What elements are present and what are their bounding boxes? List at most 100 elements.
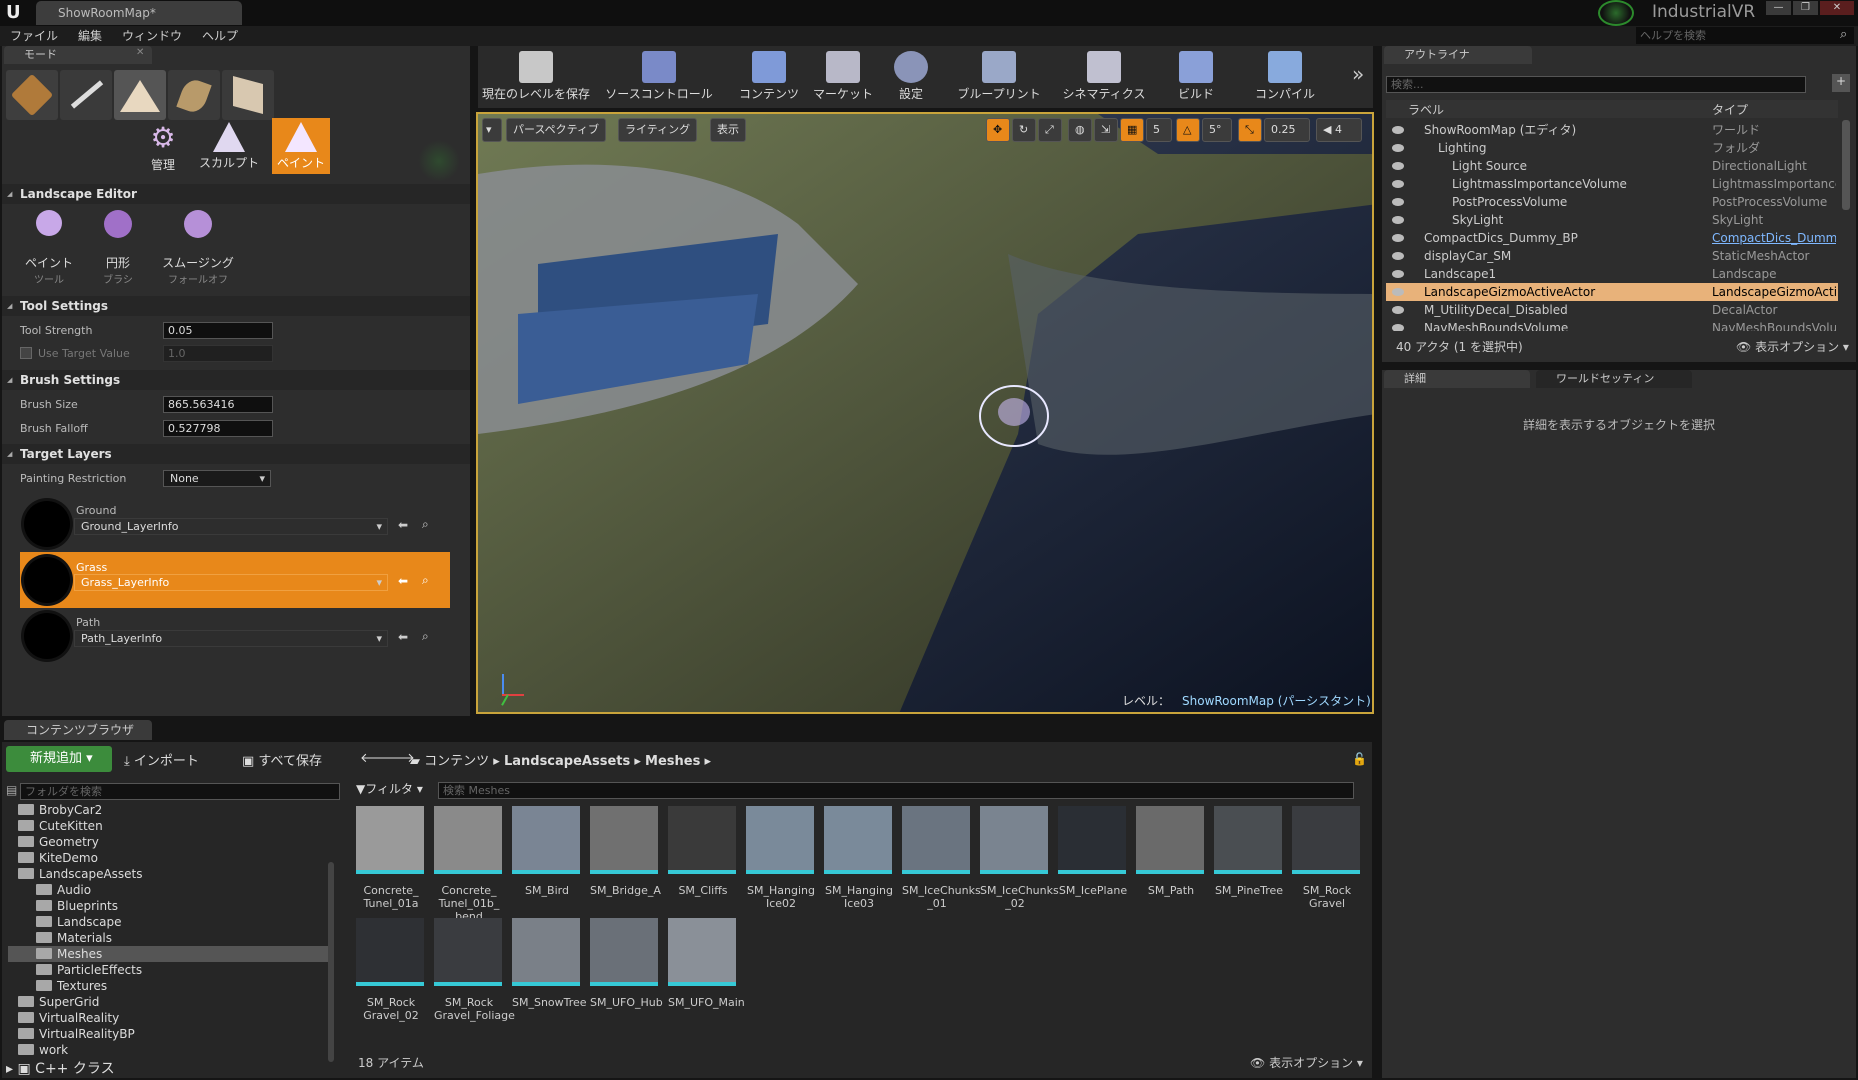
build-button[interactable]: ビルド: [1168, 48, 1224, 106]
asset-tile[interactable]: SM_SnowTree: [512, 918, 587, 1009]
mode-foliage-button[interactable]: [168, 70, 220, 120]
use-selected-icon[interactable]: ⬅: [398, 518, 408, 532]
asset-tile[interactable]: SM_Cliffs: [668, 806, 738, 897]
mode-paint-button[interactable]: [60, 70, 112, 120]
landscape-editor-header[interactable]: Landscape Editor: [2, 184, 470, 204]
surface-snap-icon[interactable]: ⇲: [1094, 118, 1118, 142]
outliner-row-type[interactable]: CompactDics_Dumm: [1712, 229, 1836, 247]
asset-tile[interactable]: SM_Rock Gravel_02: [356, 918, 426, 1022]
folder-tree-item[interactable]: LandscapeAssets: [8, 866, 328, 882]
mode-place-button[interactable]: [6, 70, 58, 120]
folder-tree-item[interactable]: Meshes: [8, 946, 328, 962]
camera-speed-select[interactable]: ◀ 4: [1316, 118, 1362, 142]
save-all-button[interactable]: ▣ すべて保存: [242, 750, 322, 769]
outliner-view-options[interactable]: 👁 表示オプション ▾: [1736, 338, 1849, 355]
column-label[interactable]: ラベル: [1408, 101, 1444, 118]
visibility-icon[interactable]: [1392, 144, 1404, 152]
folder-tree-item[interactable]: work: [8, 1042, 328, 1058]
asset-tile[interactable]: Concrete_ Tunel_01b_ bend: [434, 806, 504, 923]
menu-file[interactable]: ファイル: [10, 27, 58, 44]
paint-button[interactable]: ペイント: [272, 118, 330, 174]
outliner-row[interactable]: displayCar_SM StaticMeshActor: [1386, 247, 1838, 265]
outliner-row[interactable]: LightmassImportanceVolume LightmassImport…: [1386, 175, 1838, 193]
folder-tree-item[interactable]: Audio: [8, 882, 328, 898]
outliner-scrollbar[interactable]: [1842, 120, 1850, 210]
outliner-row[interactable]: Light Source DirectionalLight: [1386, 157, 1838, 175]
breadcrumb-meshes[interactable]: Meshes: [645, 754, 700, 769]
content-view-options[interactable]: 👁 表示オプション ▾: [1250, 1054, 1363, 1071]
tree-scrollbar[interactable]: [328, 862, 334, 1062]
mode-landscape-button[interactable]: [114, 70, 166, 120]
brush-size-input[interactable]: 865.563416: [163, 396, 273, 413]
content-button[interactable]: コンテンツ: [734, 48, 804, 106]
world-settings-tab[interactable]: ワールドセッティン: [1536, 370, 1692, 388]
layer-grass[interactable]: Grass Grass_LayerInfo ⬅ ⌕: [20, 552, 450, 608]
breadcrumb-content[interactable]: コンテンツ: [424, 754, 489, 769]
scale-icon[interactable]: ⤢: [1038, 118, 1062, 142]
help-search-input[interactable]: ヘルプを検索: [1636, 27, 1854, 44]
rotate-icon[interactable]: ↻: [1012, 118, 1036, 142]
folder-tree-item[interactable]: VirtualRealityBP: [8, 1026, 328, 1042]
close-button[interactable]: ✕: [1820, 1, 1854, 15]
asset-tile[interactable]: SM_UFO_Hub: [590, 918, 663, 1009]
asset-tile[interactable]: SM_Hanging Ice02: [746, 806, 816, 910]
manage-button[interactable]: ⚙ 管理: [134, 118, 192, 174]
outliner-row[interactable]: Landscape1 Landscape: [1386, 265, 1838, 283]
angle-size-select[interactable]: 5°: [1202, 118, 1232, 142]
visibility-icon[interactable]: [1392, 270, 1404, 278]
scale-snap-icon[interactable]: ⤡: [1238, 118, 1262, 142]
show-button[interactable]: 表示: [710, 118, 746, 142]
column-type[interactable]: タイプ: [1712, 101, 1748, 118]
target-layers-header[interactable]: Target Layers: [2, 444, 470, 464]
grid-size-select[interactable]: 5: [1146, 118, 1172, 142]
add-filter-icon[interactable]: +: [1832, 74, 1850, 92]
outliner-row[interactable]: ShowRoomMap (エディタ) ワールド: [1386, 121, 1838, 139]
asset-tile[interactable]: SM_PineTree: [1214, 806, 1284, 897]
toolbar-more-icon[interactable]: »: [1352, 62, 1364, 86]
sculpt-button[interactable]: スカルプト: [196, 118, 262, 174]
asset-tile[interactable]: SM_Rock Gravel_Foliage: [434, 918, 515, 1022]
folder-tree-item[interactable]: Landscape: [8, 914, 328, 930]
folder-tree-item[interactable]: VirtualReality: [8, 1010, 328, 1026]
painting-restriction-select[interactable]: None: [163, 470, 271, 487]
sources-toggle-icon[interactable]: ▤: [6, 783, 17, 797]
cinematics-button[interactable]: シネマティクス: [1056, 48, 1152, 106]
layer-info-select[interactable]: Path_LayerInfo: [74, 630, 388, 647]
outliner-row[interactable]: LandscapeGizmoActiveActor LandscapeGizmoA…: [1386, 283, 1838, 301]
asset-tile[interactable]: SM_Bridge_A: [590, 806, 661, 897]
asset-tile[interactable]: SM_Hanging Ice03: [824, 806, 894, 910]
document-tab[interactable]: ShowRoomMap*: [36, 1, 242, 25]
perspective-button[interactable]: パースペクティブ: [506, 118, 607, 142]
breadcrumb-landscape-assets[interactable]: LandscapeAssets: [504, 754, 630, 769]
folder-tree-item[interactable]: SuperGrid: [8, 994, 328, 1010]
folder-tree-item[interactable]: Materials: [8, 930, 328, 946]
asset-tile[interactable]: Concrete_ Tunel_01a: [356, 806, 426, 910]
add-new-button[interactable]: 新規追加 ▾: [6, 746, 112, 772]
visibility-icon[interactable]: [1392, 306, 1404, 314]
visibility-icon[interactable]: [1392, 234, 1404, 242]
outliner-row[interactable]: Lighting フォルダ: [1386, 139, 1838, 157]
use-selected-icon[interactable]: ⬅: [398, 574, 408, 588]
outliner-row[interactable]: NavMeshBoundsVolume NavMeshBoundsVolum: [1386, 319, 1838, 331]
close-tab-icon[interactable]: ✕: [136, 47, 144, 58]
asset-tile[interactable]: SM_IceChunks _01: [902, 806, 981, 910]
blueprint-button[interactable]: ブループリント: [952, 48, 1046, 106]
layer-info-select[interactable]: Grass_LayerInfo: [74, 574, 388, 591]
menu-window[interactable]: ウィンドウ: [122, 27, 182, 44]
toggle-icon[interactable]: [418, 140, 460, 182]
browse-icon[interactable]: ⌕: [422, 573, 429, 588]
menu-edit[interactable]: 編集: [78, 27, 102, 44]
asset-tile[interactable]: SM_Path: [1136, 806, 1206, 897]
level-viewport[interactable]: ▾ パースペクティブ ライティング 表示 ✥ ↻ ⤢ ◍ ⇲ ▦ 5 △ 5° …: [476, 112, 1374, 714]
scale-size-select[interactable]: 0.25: [1264, 118, 1310, 142]
lock-icon[interactable]: 🔓: [1352, 752, 1367, 766]
asset-tile[interactable]: SM_IcePlane: [1058, 806, 1128, 897]
grid-snap-icon[interactable]: ▦: [1120, 118, 1144, 142]
outliner-row[interactable]: SkyLight SkyLight: [1386, 211, 1838, 229]
world-icon[interactable]: ◍: [1068, 118, 1092, 142]
layer-info-select[interactable]: Ground_LayerInfo: [74, 518, 388, 535]
outliner-tab[interactable]: アウトライナ: [1384, 46, 1532, 64]
visibility-icon[interactable]: [1392, 180, 1404, 188]
modes-tab[interactable]: モード: [4, 46, 152, 64]
tool-strength-input[interactable]: 0.05: [163, 322, 273, 339]
